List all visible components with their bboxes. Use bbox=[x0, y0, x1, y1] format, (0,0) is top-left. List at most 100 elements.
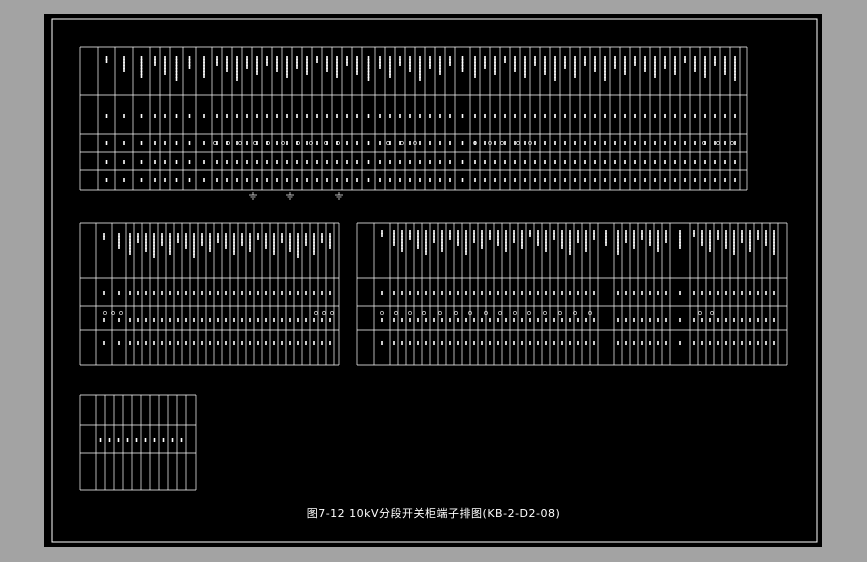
terminal-mark bbox=[201, 318, 203, 322]
terminal-mark bbox=[534, 114, 536, 118]
terminal-mark bbox=[749, 341, 751, 345]
terminal-mark bbox=[524, 178, 526, 182]
terminal-mark bbox=[154, 114, 156, 118]
terminal-mark bbox=[286, 74, 288, 78]
cad-viewport[interactable]: 图7-12 10kV分段开关柜端子排图(KB-2-D2-08) bbox=[0, 0, 867, 562]
terminal-mark bbox=[644, 114, 646, 118]
terminal-mark bbox=[389, 178, 391, 182]
terminal-mark bbox=[201, 291, 203, 295]
terminal-mark bbox=[474, 178, 476, 182]
terminal-mark bbox=[356, 178, 358, 182]
terminal-mark bbox=[185, 291, 187, 295]
terminal-mark bbox=[449, 114, 451, 118]
terminal-mark bbox=[209, 291, 211, 295]
terminal-mark bbox=[561, 318, 563, 322]
terminal-mark bbox=[569, 318, 571, 322]
terminal-mark bbox=[513, 239, 515, 243]
terminal-mark bbox=[276, 68, 278, 72]
terminal-mark bbox=[757, 236, 759, 240]
terminal-mark bbox=[140, 160, 143, 164]
terminal-mark bbox=[484, 160, 486, 164]
terminal-mark bbox=[346, 62, 348, 66]
terminal-mark bbox=[193, 254, 195, 258]
terminal-mark bbox=[494, 141, 496, 145]
terminal-mark bbox=[704, 74, 706, 78]
terminal-mark bbox=[664, 114, 666, 118]
terminal-mark bbox=[441, 248, 443, 252]
terminal-mark bbox=[674, 71, 676, 75]
terminal-mark bbox=[429, 65, 431, 69]
terminal-mark bbox=[594, 160, 596, 164]
terminal-mark bbox=[313, 291, 315, 295]
terminal-mark bbox=[246, 65, 248, 69]
terminal-mark bbox=[449, 178, 451, 182]
terminal-mark bbox=[441, 318, 443, 322]
terminal-mark bbox=[625, 291, 627, 295]
terminal-mark bbox=[185, 245, 187, 249]
terminal-mark bbox=[175, 77, 178, 81]
terminal-mark bbox=[389, 160, 391, 164]
terminal-mark bbox=[175, 141, 178, 145]
terminal-mark bbox=[281, 291, 283, 295]
terminal-mark bbox=[701, 291, 703, 295]
terminal-mark bbox=[225, 341, 227, 345]
terminal-mark bbox=[684, 178, 686, 182]
terminal-mark bbox=[461, 141, 464, 145]
terminal-mark bbox=[329, 291, 331, 295]
terminal-mark bbox=[425, 291, 427, 295]
terminal-mark bbox=[367, 114, 370, 118]
terminal-mark bbox=[554, 77, 556, 81]
terminal-mark bbox=[249, 291, 251, 295]
terminal-mark bbox=[701, 341, 703, 345]
terminal-mark bbox=[103, 291, 105, 295]
terminal-mark bbox=[465, 318, 467, 322]
terminal-mark bbox=[256, 160, 258, 164]
terminal-mark bbox=[164, 160, 166, 164]
terminal-mark bbox=[201, 242, 203, 246]
terminal-mark bbox=[103, 341, 105, 345]
terminal-mark bbox=[137, 318, 139, 322]
terminal-mark bbox=[129, 251, 131, 255]
terminal-mark bbox=[193, 318, 195, 322]
terminal-mark bbox=[741, 291, 743, 295]
terminal-mark bbox=[419, 160, 421, 164]
terminal-mark bbox=[306, 141, 308, 145]
terminal-mark bbox=[625, 239, 627, 243]
terminal-mark bbox=[225, 291, 227, 295]
terminal-mark bbox=[474, 160, 476, 164]
terminal-mark bbox=[544, 160, 546, 164]
terminal-mark bbox=[481, 245, 483, 249]
terminal-mark bbox=[537, 242, 539, 246]
terminal-mark bbox=[484, 141, 486, 145]
terminal-mark bbox=[346, 178, 348, 182]
terminal-mark bbox=[381, 233, 383, 237]
terminal-mark bbox=[297, 341, 299, 345]
terminal-mark bbox=[346, 160, 348, 164]
terminal-mark bbox=[226, 160, 228, 164]
terminal-mark bbox=[624, 160, 626, 164]
terminal-mark bbox=[433, 291, 435, 295]
terminal-mark bbox=[714, 160, 716, 164]
terminal-mark bbox=[717, 236, 719, 240]
terminal-mark bbox=[266, 114, 268, 118]
terminal-mark bbox=[605, 242, 607, 246]
terminal-mark bbox=[161, 341, 163, 345]
terminal-mark bbox=[725, 245, 727, 249]
terminal-mark bbox=[625, 341, 627, 345]
terminal-mark bbox=[419, 178, 421, 182]
drawing-caption: 图7-12 10kV分段开关柜端子排图(KB-2-D2-08) bbox=[306, 507, 561, 520]
terminal-mark bbox=[714, 141, 716, 145]
terminal-mark bbox=[734, 114, 736, 118]
terminal-mark bbox=[273, 341, 275, 345]
terminal-mark bbox=[585, 248, 587, 252]
terminal-mark bbox=[634, 114, 636, 118]
terminal-mark bbox=[773, 341, 775, 345]
terminal-mark bbox=[664, 178, 666, 182]
terminal-mark bbox=[505, 291, 507, 295]
terminal-mark bbox=[286, 141, 288, 145]
terminal-mark bbox=[379, 178, 381, 182]
terminal-mark bbox=[693, 291, 695, 295]
terminal-mark bbox=[617, 251, 619, 255]
terminal-mark bbox=[593, 318, 595, 322]
terminal-mark bbox=[367, 178, 370, 182]
